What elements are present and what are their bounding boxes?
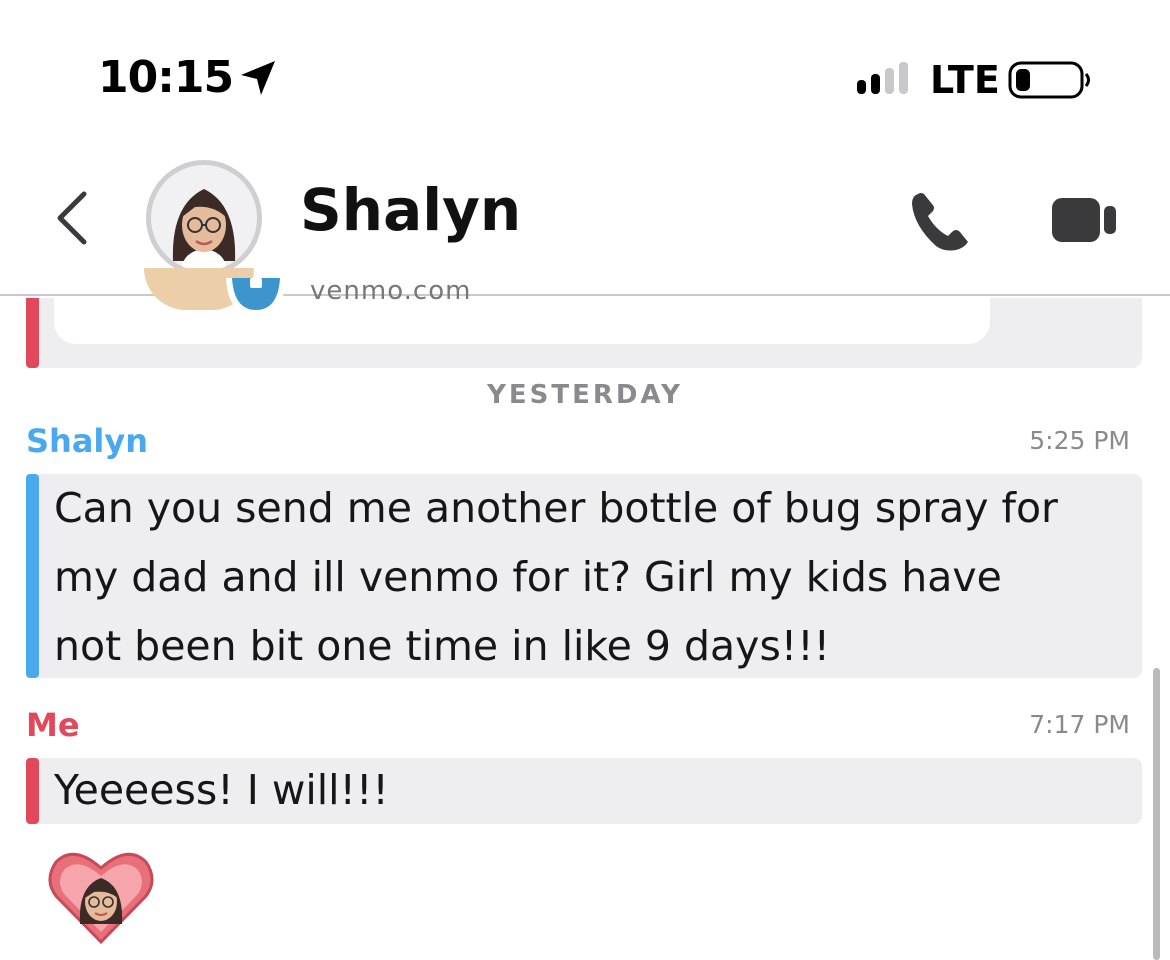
heart-bitmoji-icon[interactable] [48, 846, 154, 946]
sender-name: Shalyn [26, 422, 149, 460]
status-bar: 10:15 LTE [0, 0, 1170, 150]
venmo-badge-icon [226, 278, 286, 316]
video-camera-icon[interactable] [1050, 194, 1120, 246]
bitmoji-icon [172, 189, 236, 271]
signal-icon [857, 62, 908, 94]
message-header: Shalyn 5:25 PM [26, 422, 1130, 462]
phone-icon[interactable] [908, 188, 974, 254]
date-divider: YESTERDAY [487, 380, 683, 410]
chevron-left-icon[interactable] [52, 188, 92, 248]
status-time: 10:15 [98, 52, 234, 103]
avatar[interactable] [146, 160, 262, 276]
message-list[interactable]: venmo.com YESTERDAY Shalyn 5:25 PM Can y… [0, 268, 1170, 960]
message-line: Can you send me another bottle of bug sp… [54, 484, 1058, 532]
link-domain: venmo.com [310, 276, 472, 306]
scrollbar[interactable] [1153, 668, 1160, 960]
message-line: not been bit one time in like 9 days!!! [54, 622, 831, 670]
message-line: my dad and ill venmo for it? Girl my kid… [54, 553, 1002, 601]
message-time: 5:25 PM [1029, 426, 1130, 455]
message-time: 7:17 PM [1029, 710, 1130, 739]
link-preview-card[interactable]: venmo.com [54, 268, 990, 344]
contact-name[interactable]: Shalyn [300, 176, 521, 244]
message-header: Me 7:17 PM [26, 706, 1130, 746]
battery-icon [1008, 61, 1090, 99]
message-line: Yeeeess! I will!!! [54, 766, 389, 814]
previous-message[interactable]: venmo.com [26, 268, 1142, 368]
sender-bar [26, 758, 39, 824]
location-arrow-icon [241, 61, 275, 95]
sender-bar [26, 474, 39, 678]
sender-bar [26, 298, 39, 368]
message-bubble[interactable]: Yeeeess! I will!!! [26, 758, 1142, 824]
sender-name: Me [26, 706, 80, 744]
message-bubble[interactable]: Can you send me another bottle of bug sp… [26, 474, 1142, 678]
network-type: LTE [930, 58, 1000, 102]
